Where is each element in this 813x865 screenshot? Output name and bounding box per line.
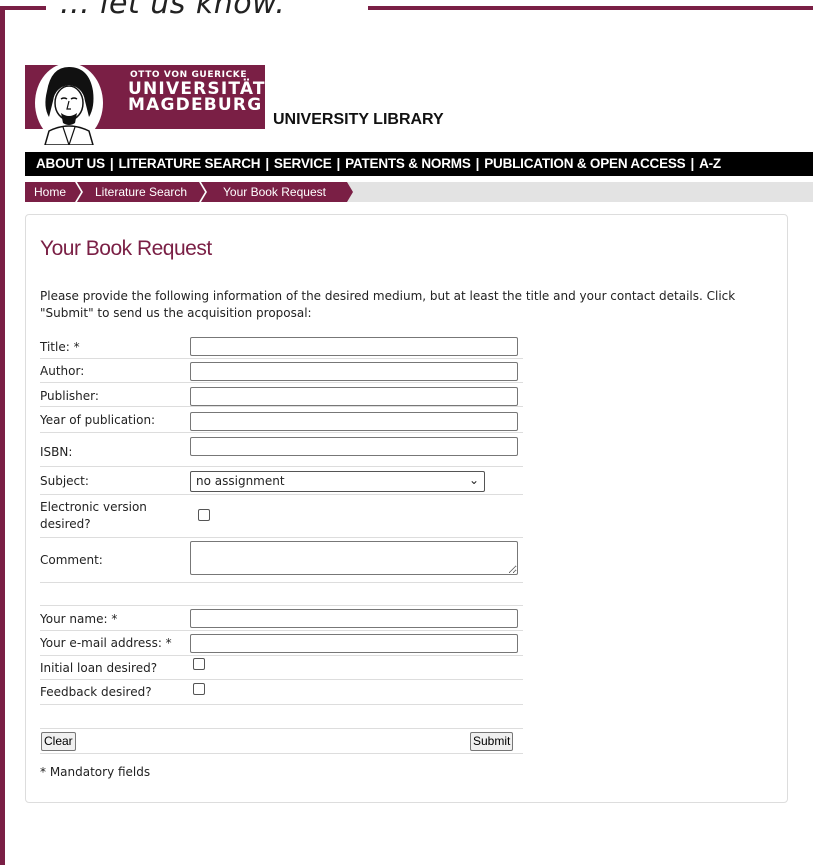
main-navigation: ABOUT US | LITERATURE SEARCH | SERVICE | PATEN… [25,152,813,176]
comment-textarea[interactable] [190,541,518,575]
isbn-input[interactable] [190,437,518,456]
initial-loan-checkbox[interactable] [193,658,205,670]
nav-separator: | [336,156,341,171]
comment-label: Comment: [40,553,103,567]
caption-text: ... let us know. [60,0,286,21]
subject-selected-value: no assignment [196,474,285,488]
clear-button[interactable]: Clear [41,732,76,751]
subject-label: Subject: [40,474,89,488]
nav-patents-norms[interactable]: PATENTS & NORMS [345,156,471,171]
nav-separator: | [109,156,114,171]
library-title: UNIVERSITY LIBRARY [273,111,444,128]
nav-literature-search[interactable]: LITERATURE SEARCH [118,156,260,171]
year-input[interactable] [190,412,518,431]
intro-text: Please provide the following information… [40,289,736,320]
initial-loan-label: Initial loan desired? [40,661,158,675]
email-label: Your e-mail address: * [40,636,172,650]
nav-service[interactable]: SERVICE [274,156,332,171]
submit-button[interactable]: Submit [470,732,514,751]
nav-a-z[interactable]: A-Z [699,156,721,171]
electronic-version-label: Electronic version desired? [40,500,147,531]
portrait-logo-icon [35,63,103,145]
nav-separator: | [475,156,480,171]
isbn-label: ISBN: [40,445,73,459]
breadcrumb: Home Literature Search Your Book Request [25,182,813,202]
email-input[interactable] [190,634,518,653]
form-buttons-row [40,729,523,754]
subject-select[interactable]: no assignment ⌄ [190,471,485,492]
author-label: Author: [40,364,85,378]
nav-separator: | [265,156,269,171]
title-input[interactable] [190,337,518,356]
frame-border-left [0,6,5,865]
frame-border-top-right [368,6,813,10]
form-spacer-row [40,705,523,729]
year-label: Year of publication: [40,413,156,427]
feedback-label: Feedback desired? [40,685,152,699]
name-input[interactable] [190,609,518,628]
breadcrumb-your-book-request[interactable]: Your Book Request [223,182,326,202]
title-label: Title: * [40,340,80,354]
publisher-input[interactable] [190,387,518,406]
frame-border-top-left [0,6,46,10]
publisher-label: Publisher: [40,389,99,403]
author-input[interactable] [190,362,518,381]
nav-about-us[interactable]: ABOUT US [36,156,105,171]
breadcrumb-literature-search[interactable]: Literature Search [95,182,187,202]
electronic-version-checkbox[interactable] [198,509,210,521]
breadcrumb-home[interactable]: Home [34,182,66,202]
logo-line-3: MAGDEBURG [128,95,263,115]
feedback-checkbox[interactable] [193,683,205,695]
logo-line-2-3: UNIVERSITÄT MAGDEBURG [128,81,266,115]
mandatory-fields-note: * Mandatory fields [40,765,151,779]
nav-publication-open-access[interactable]: PUBLICATION & OPEN ACCESS [484,156,685,171]
form-spacer-row [40,583,523,606]
nav-separator: | [690,156,695,171]
page-title: Your Book Request [40,237,212,260]
name-label: Your name: * [40,612,118,626]
chevron-down-icon: ⌄ [468,473,479,487]
